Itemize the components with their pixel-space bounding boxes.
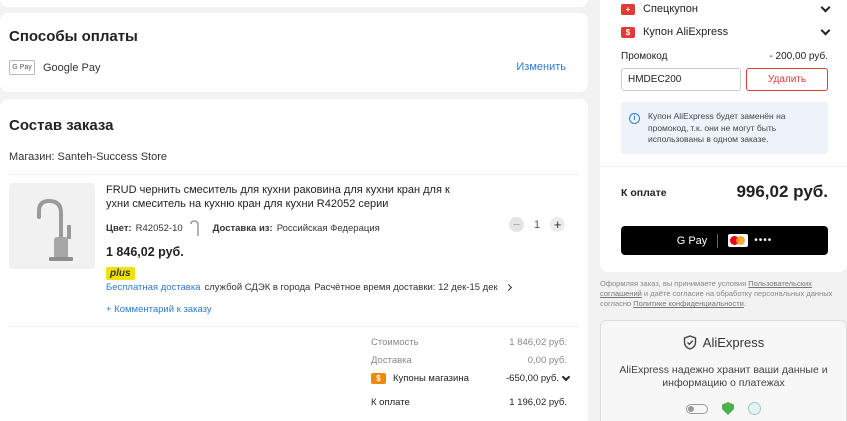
- delivery-label: Доставка: [371, 355, 412, 366]
- delivery-row: Бесплатная доставка службой СДЭК в город…: [106, 282, 512, 293]
- product-price: 1 846,02 руб.: [106, 245, 184, 259]
- chevron-down-icon[interactable]: [820, 25, 831, 36]
- promo-value: - 200,00 руб.: [769, 51, 828, 62]
- cost-value: 1 846,02 руб.: [509, 337, 567, 348]
- summary-total-row: К оплате 1 196,02 руб.: [371, 397, 567, 408]
- plus-badge: plus: [106, 267, 135, 280]
- shield-badge-icon: [722, 402, 734, 415]
- delivery-service: службой СДЭК в города: [204, 282, 311, 293]
- add-comment-link[interactable]: + Комментарий к заказу: [106, 304, 212, 315]
- free-delivery-label: Бесплатная доставка: [106, 282, 201, 293]
- google-pay-icon: G Pay: [9, 60, 35, 75]
- shield-icon: [683, 335, 696, 350]
- product-image[interactable]: [9, 183, 95, 269]
- legal-notice: Оформляя заказ, вы принимаете условия По…: [600, 279, 847, 309]
- security-badges: [601, 402, 846, 415]
- total-label: К оплате: [371, 397, 410, 408]
- promo-label: Промокод: [621, 51, 668, 62]
- qty-value: 1: [534, 218, 541, 231]
- special-coupon-label: Спецкупон: [643, 3, 698, 15]
- order-contents-card: Состав заказа Магазин: Santeh-Success St…: [0, 99, 588, 421]
- color-label: Цвет:: [106, 222, 132, 234]
- product-options-row: Цвет: R42052-10 Доставка из: Российская …: [106, 219, 380, 237]
- special-coupon-row[interactable]: + Спецкупон: [621, 2, 831, 15]
- security-text: AliExpress надежно хранит ваши данные и …: [619, 364, 828, 389]
- product-title[interactable]: FRUD чернить смеситель для кухни раковин…: [106, 183, 451, 211]
- delivery-from-value: Российская Федерация: [276, 222, 380, 234]
- coupons-value: -650,00 руб.: [506, 373, 559, 384]
- brand-row: AliExpress: [601, 335, 846, 350]
- legal-text: Оформляя заказ, вы принимаете условия: [600, 279, 749, 288]
- checkout-sidebar-card: + Спецкупон $ Купон AliExpress Промокод …: [600, 0, 847, 272]
- qty-plus-button[interactable]: +: [550, 217, 566, 232]
- payment-methods-card: Способы оплаты G Pay Google Pay Изменить: [0, 13, 588, 92]
- divider: [9, 326, 579, 327]
- store-name: Магазин: Santeh-Success Store: [9, 151, 167, 163]
- payment-methods-title: Способы оплаты: [9, 28, 138, 45]
- change-payment-link[interactable]: Изменить: [516, 61, 566, 73]
- total-value: 1 196,02 руб.: [509, 397, 567, 408]
- mastercard-icon: [728, 234, 749, 247]
- globe-badge-icon: [748, 402, 761, 415]
- payment-method-label: Google Pay: [43, 61, 101, 74]
- color-value: R42052-10: [135, 222, 183, 234]
- separator: [717, 233, 719, 248]
- chevron-down-icon[interactable]: [561, 372, 571, 382]
- summary-coupons-row[interactable]: $ Купоны магазина -650,00 руб.: [371, 372, 571, 384]
- divider: [9, 174, 579, 175]
- previous-section-card: [0, 0, 588, 7]
- chevron-down-icon[interactable]: [820, 2, 831, 13]
- info-icon: i: [629, 113, 640, 124]
- special-coupon-icon: +: [621, 3, 635, 15]
- ae-coupon-row[interactable]: $ Купон AliExpress: [621, 25, 831, 38]
- coupon-icon: $: [371, 373, 386, 384]
- to-pay-value: 996,02 руб.: [736, 182, 828, 201]
- brand-name: AliExpress: [702, 335, 765, 350]
- summary-delivery-row: Доставка 0,00 руб.: [371, 355, 567, 366]
- divider: [600, 166, 847, 167]
- security-card: AliExpress AliExpress надежно хранит ваш…: [600, 320, 847, 421]
- coupon-info-box: i Купон AliExpress будет заменён на пром…: [621, 102, 828, 154]
- plus-badge-wrap: plus: [106, 263, 135, 281]
- toggle-badge-icon: [686, 403, 708, 414]
- delivery-value: 0,00 руб.: [527, 355, 567, 366]
- remove-promo-button[interactable]: Удалить: [746, 68, 828, 91]
- google-pay-button[interactable]: G Pay ••••: [621, 226, 828, 255]
- payment-method-row: G Pay Google Pay: [9, 60, 100, 75]
- chevron-right-icon[interactable]: [504, 283, 512, 292]
- summary-cost-row: Стоимость 1 846,02 руб.: [371, 337, 567, 348]
- order-title: Состав заказа: [9, 117, 114, 134]
- promo-row: Промокод - 200,00 руб.: [621, 51, 828, 62]
- quantity-stepper: − 1 +: [509, 217, 566, 232]
- qty-minus-button[interactable]: −: [509, 217, 524, 232]
- google-pay-label: G Pay: [676, 234, 708, 247]
- ae-coupon-label: Купон AliExpress: [643, 26, 729, 38]
- legal-text: .: [743, 299, 746, 309]
- delivery-from-label: Доставка из:: [212, 222, 273, 234]
- promo-code-input[interactable]: HMDEC200: [621, 68, 741, 91]
- ae-coupon-icon: $: [621, 26, 635, 38]
- faucet-icon: [37, 198, 73, 261]
- coupons-label: Купоны магазина: [393, 373, 469, 384]
- privacy-link[interactable]: Политике конфиденциальности: [633, 299, 744, 308]
- card-mask: ••••: [754, 235, 773, 246]
- cost-label: Стоимость: [371, 337, 419, 348]
- delivery-time[interactable]: Расчётное время доставки: 12 дек-15 дек: [314, 282, 497, 293]
- variant-thumb-icon: [189, 220, 199, 236]
- coupon-info-text: Купон AliExpress будет заменён на промок…: [648, 111, 786, 144]
- to-pay-label: К оплате: [621, 187, 667, 199]
